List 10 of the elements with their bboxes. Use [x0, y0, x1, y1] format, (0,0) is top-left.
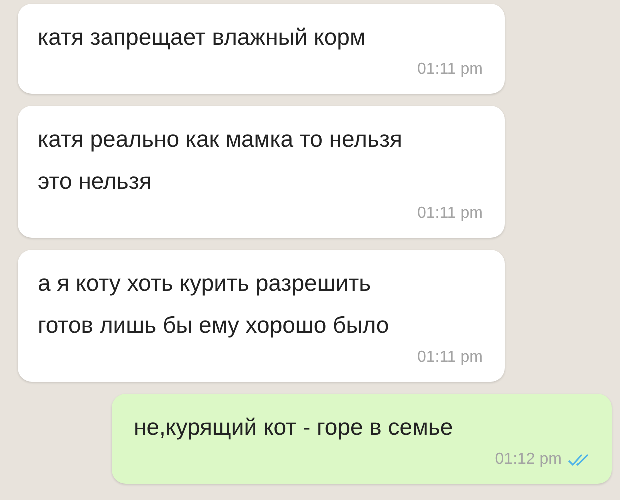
message-text: готов лишь бы ему хорошо было: [38, 311, 390, 340]
message-time: 01:12 pm: [495, 451, 562, 469]
message-time: 01:11 pm: [417, 61, 483, 79]
message-time: 01:11 pm: [417, 349, 483, 367]
message-text: не,курящий кот - горе в семье: [134, 413, 454, 442]
message-text: а я коту хоть курить разрешить: [38, 269, 372, 298]
message-text: катя запрещает влажный корм: [38, 23, 367, 52]
message-text: катя реально как мамка то нельзя: [38, 125, 404, 154]
message-time: 01:11 pm: [417, 205, 483, 223]
message-text: это нельзя: [38, 167, 153, 196]
